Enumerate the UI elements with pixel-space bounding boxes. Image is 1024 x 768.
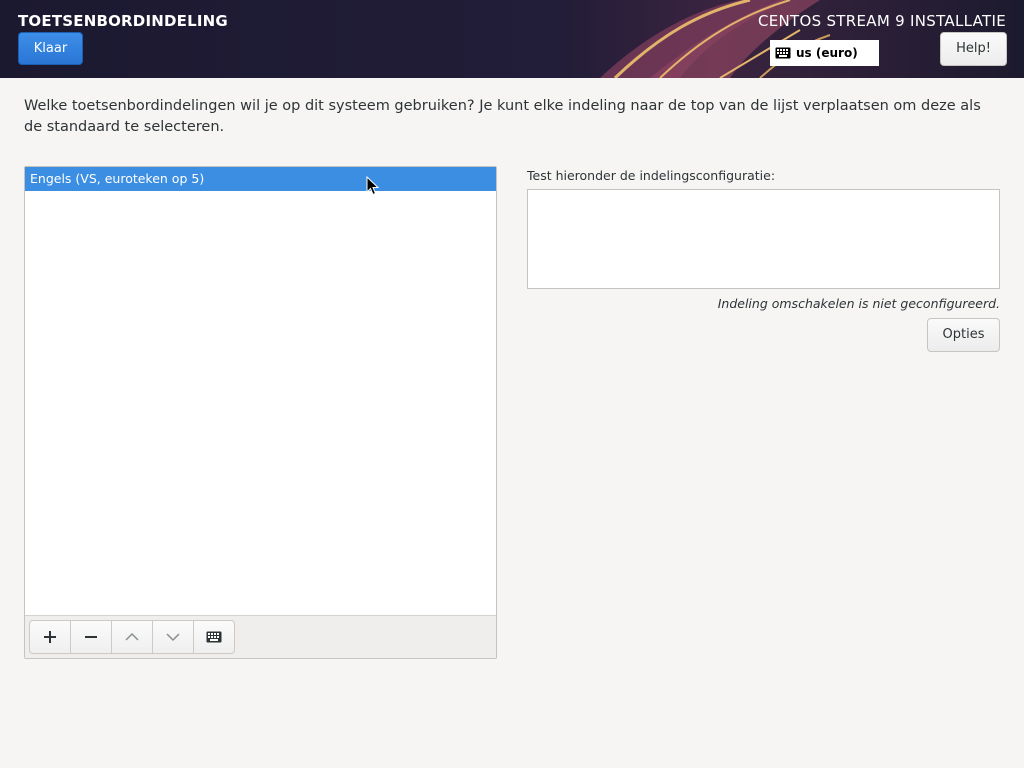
move-down-icon bbox=[166, 633, 180, 642]
product-title: CENTOS STREAM 9 INSTALLATIE bbox=[757, 12, 1006, 30]
spoke-title: TOETSENBORDINDELING bbox=[18, 12, 228, 30]
header-bar: TOETSENBORDINDELING Klaar CENTOS STREAM … bbox=[0, 0, 1024, 78]
switch-status-text: Indeling omschakelen is niet geconfigure… bbox=[717, 296, 1000, 311]
layout-toolbar bbox=[25, 615, 496, 658]
add-icon bbox=[44, 631, 56, 643]
options-button[interactable]: Opties bbox=[927, 318, 1000, 352]
list-item[interactable]: Engels (VS, euroteken op 5) bbox=[25, 167, 496, 191]
keyboard-icon bbox=[775, 47, 791, 59]
help-button[interactable]: Help! bbox=[940, 32, 1007, 66]
test-label: Test hieronder de indelingsconfiguratie: bbox=[527, 168, 776, 183]
keyboard-layout-indicator[interactable]: us (euro) bbox=[770, 40, 879, 66]
move-up-button[interactable] bbox=[111, 620, 153, 654]
move-down-button[interactable] bbox=[152, 620, 194, 654]
layout-list[interactable]: Engels (VS, euroteken op 5) bbox=[24, 166, 497, 659]
description-text: Welke toetsenbordindelingen wil je op di… bbox=[24, 98, 981, 135]
keyboard-preview-icon bbox=[206, 631, 222, 643]
add-layout-button[interactable] bbox=[29, 620, 71, 654]
layout-test-input[interactable] bbox=[527, 189, 1000, 289]
preview-layout-button[interactable] bbox=[193, 620, 235, 654]
done-button[interactable]: Klaar bbox=[18, 32, 83, 65]
mouse-pointer-icon bbox=[366, 176, 380, 196]
remove-layout-button[interactable] bbox=[70, 620, 112, 654]
keyboard-layout-label: us (euro) bbox=[796, 46, 858, 60]
list-item-label: Engels (VS, euroteken op 5) bbox=[30, 171, 205, 186]
remove-icon bbox=[85, 636, 97, 638]
move-up-icon bbox=[125, 632, 139, 641]
